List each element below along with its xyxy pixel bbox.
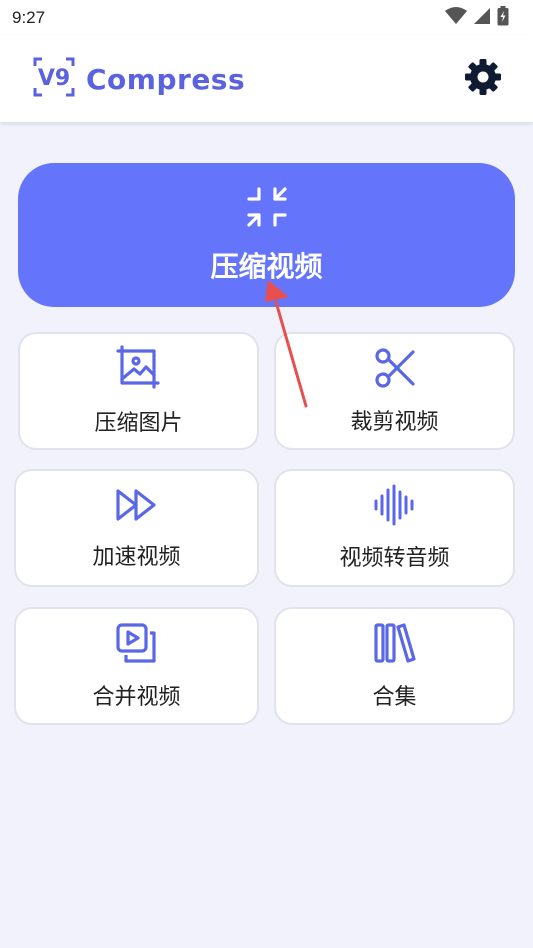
- status-time: 9:27: [12, 8, 46, 27]
- compress-video-button[interactable]: 压缩视频: [18, 163, 515, 307]
- video-to-audio-button[interactable]: 视频转音频: [274, 469, 515, 587]
- fast-forward-icon: [114, 485, 160, 529]
- logo-icon: V9: [32, 56, 76, 102]
- app-bar: V9 Compress: [0, 36, 533, 122]
- brand: V9 Compress: [32, 56, 245, 102]
- wifi-icon: [445, 7, 467, 29]
- trim-video-button[interactable]: 裁剪视频: [274, 332, 515, 450]
- gear-icon[interactable]: [463, 57, 503, 101]
- library-icon: [373, 621, 417, 669]
- compress-video-label: 压缩视频: [210, 250, 323, 283]
- app-title: Compress: [86, 62, 246, 96]
- merge-video-icon: [114, 621, 160, 669]
- status-icons: [445, 6, 509, 30]
- merge-video-button[interactable]: 合并视频: [14, 607, 259, 725]
- logo-mark: V9: [38, 66, 70, 91]
- merge-video-label: 合并视频: [92, 685, 181, 710]
- scissors-icon: [373, 346, 417, 394]
- audio-waveform-icon: [372, 484, 418, 530]
- status-bar: 9:27: [0, 0, 533, 36]
- speed-video-button[interactable]: 加速视频: [14, 469, 259, 587]
- battery-icon: [497, 6, 509, 30]
- video-to-audio-label: 视频转音频: [339, 546, 450, 571]
- compress-image-label: 压缩图片: [94, 411, 183, 436]
- compress-icon: [245, 185, 289, 233]
- compress-image-button[interactable]: 压缩图片: [18, 332, 259, 450]
- signal-icon: [473, 7, 491, 29]
- collection-button[interactable]: 合集: [274, 607, 515, 725]
- image-crop-icon: [115, 345, 162, 395]
- trim-video-label: 裁剪视频: [350, 410, 439, 435]
- speed-video-label: 加速视频: [92, 545, 181, 570]
- collection-label: 合集: [372, 685, 417, 710]
